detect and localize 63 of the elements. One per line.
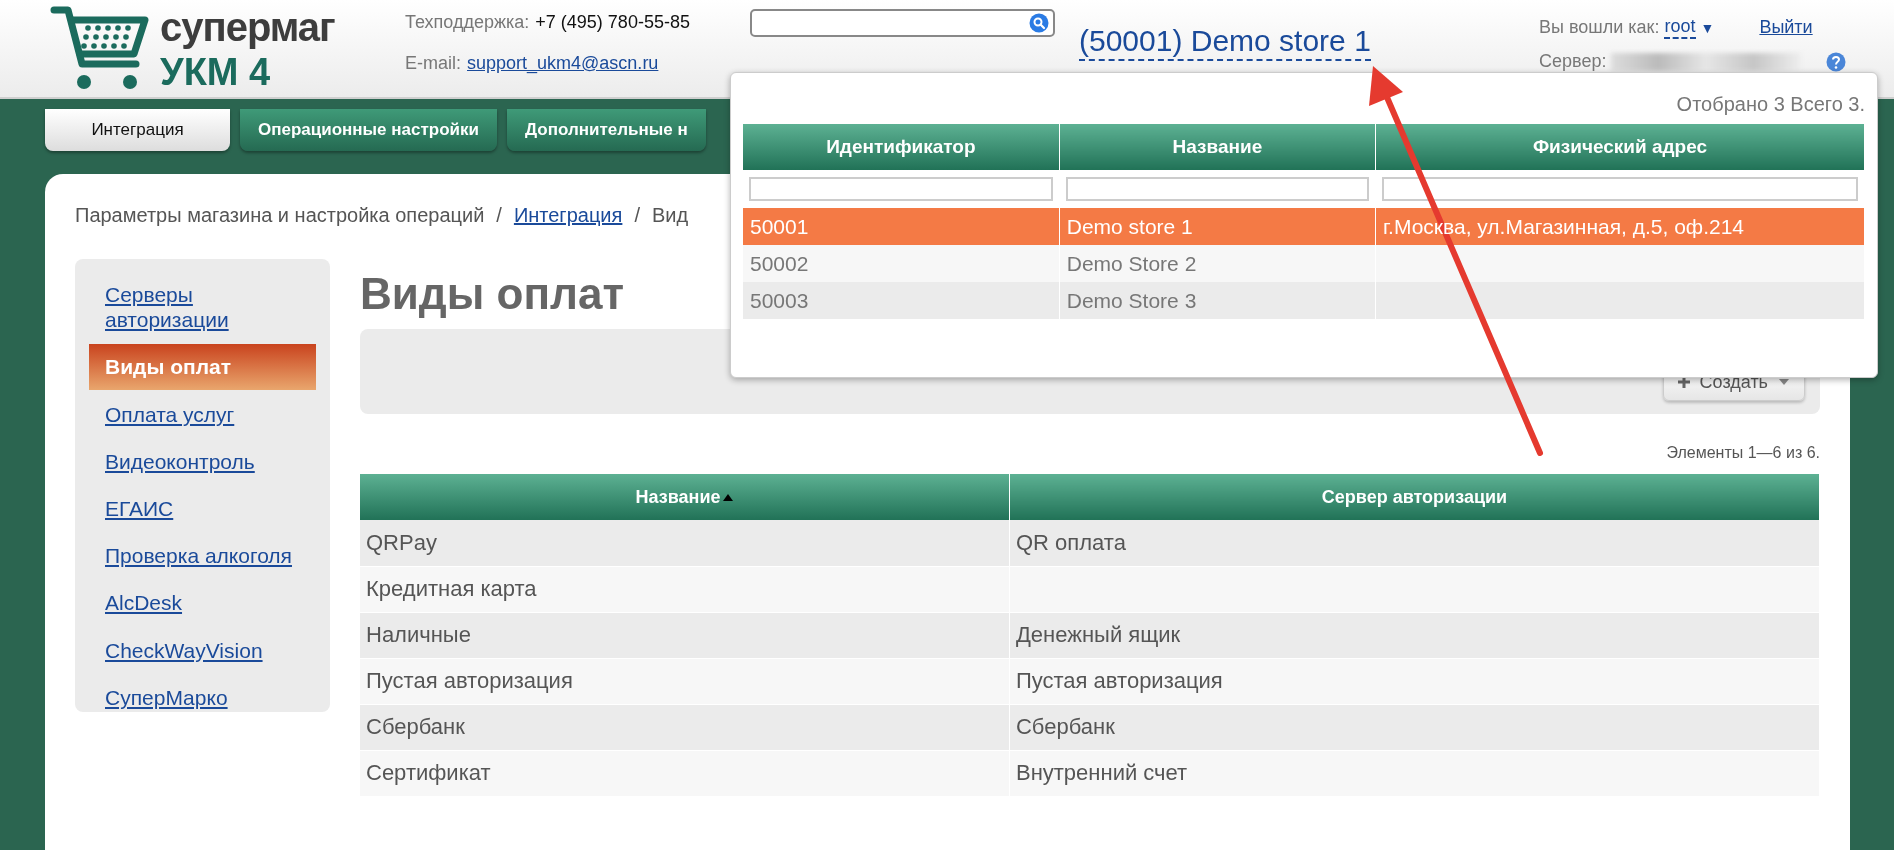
server-label: Сервер:: [1539, 51, 1607, 72]
breadcrumb-item: Вид: [651, 204, 689, 228]
sidebar-item[interactable]: Видеоконтроль: [89, 438, 316, 484]
table-cell: г.Москва, ул.Магазинная, д.5, оф.214: [1375, 208, 1865, 245]
table-cell: Пустая авторизация: [360, 658, 1010, 704]
support-phone: +7 (495) 780-55-85: [535, 12, 690, 33]
user-link[interactable]: root: [1664, 16, 1696, 39]
sidebar-item[interactable]: ЕГАИС: [89, 485, 316, 532]
table-cell: Сбербанк: [360, 704, 1010, 750]
table-cell: Demo Store 2: [1059, 245, 1376, 282]
table-cell: 50002: [743, 245, 1060, 282]
filter-field[interactable]: [1382, 177, 1858, 201]
store-count: Отобрано 3 Всего 3.: [1675, 93, 1865, 116]
table-cell: Кредитная карта: [360, 566, 1010, 612]
column-header: Идентификатор: [743, 124, 1060, 170]
search-field[interactable]: [750, 9, 1055, 37]
sidebar-item[interactable]: Серверы авторизации: [89, 272, 316, 343]
breadcrumb-item: Параметры магазина и настройка операций: [75, 204, 485, 228]
table-cell: Сертификат: [360, 750, 1010, 796]
sidebar-item[interactable]: СуперМарко: [89, 674, 316, 720]
user-caret[interactable]: ▼: [1700, 19, 1715, 36]
table-cell: Demo Store 3: [1059, 282, 1376, 319]
column-header: Физический адрес: [1375, 124, 1865, 170]
table-cell: 50003: [743, 282, 1060, 319]
store-row[interactable]: 50002 Demo Store 2: [743, 245, 1865, 282]
sidebar-item[interactable]: Проверка алкоголя: [89, 533, 316, 579]
help-icon[interactable]: [1826, 51, 1847, 72]
pagination-info: Элементы 1—6 из 6.: [1665, 444, 1820, 462]
sidebar-item[interactable]: CheckWayVision: [89, 627, 316, 673]
user-label: Вы вошли как:: [1539, 17, 1660, 38]
sidebar-item[interactable]: AlcDesk: [89, 580, 316, 626]
table-cell: Demo store 1: [1059, 208, 1376, 245]
filter-field[interactable]: [1065, 177, 1369, 201]
table-cell: QRPay: [360, 520, 1010, 566]
email-label: E-mail:: [405, 53, 461, 74]
sidebar-item[interactable]: Оплата услуг: [89, 391, 316, 437]
column-header: Название: [1059, 124, 1376, 170]
table-cell: Внутренний счет: [1009, 750, 1820, 796]
nav-tab[interactable]: Интеграция: [45, 109, 230, 151]
store-row[interactable]: 50003 Demo Store 3: [743, 282, 1865, 319]
logo-subtitle: УКМ 4: [160, 53, 272, 91]
breadcrumb-link[interactable]: Интеграция: [513, 204, 623, 244]
logo-title: супермаг: [160, 7, 335, 47]
filter-field[interactable]: [749, 177, 1053, 201]
email-link[interactable]: support_ukm4@ascn.ru: [467, 53, 659, 74]
nav-tab[interactable]: Дополнительные н: [507, 109, 706, 151]
table-cell: Сбербанк: [1009, 704, 1820, 750]
support-label: Техподдержка:: [405, 12, 530, 33]
table-cell: Денежный ящик: [1009, 612, 1820, 658]
table-cell: QR оплата: [1009, 520, 1820, 566]
table-cell: 50001: [743, 208, 1060, 245]
search-icon[interactable]: [1029, 13, 1049, 33]
store-selector-link[interactable]: (50001) Demo store 1: [1079, 24, 1371, 61]
breadcrumb-separator: /: [634, 204, 640, 228]
nav-tab[interactable]: Операционные настройки: [240, 109, 497, 151]
column-header[interactable]: Название: [360, 474, 1010, 520]
logout-link[interactable]: Выйти: [1759, 17, 1813, 38]
page-title: Виды оплат: [360, 269, 624, 320]
breadcrumb-separator: /: [496, 204, 502, 228]
column-header[interactable]: Сервер авторизации: [1009, 474, 1820, 520]
table-cell: Пустая авторизация: [1009, 658, 1820, 704]
plus-icon: [1677, 376, 1690, 388]
table-cell: Наличные: [360, 612, 1010, 658]
